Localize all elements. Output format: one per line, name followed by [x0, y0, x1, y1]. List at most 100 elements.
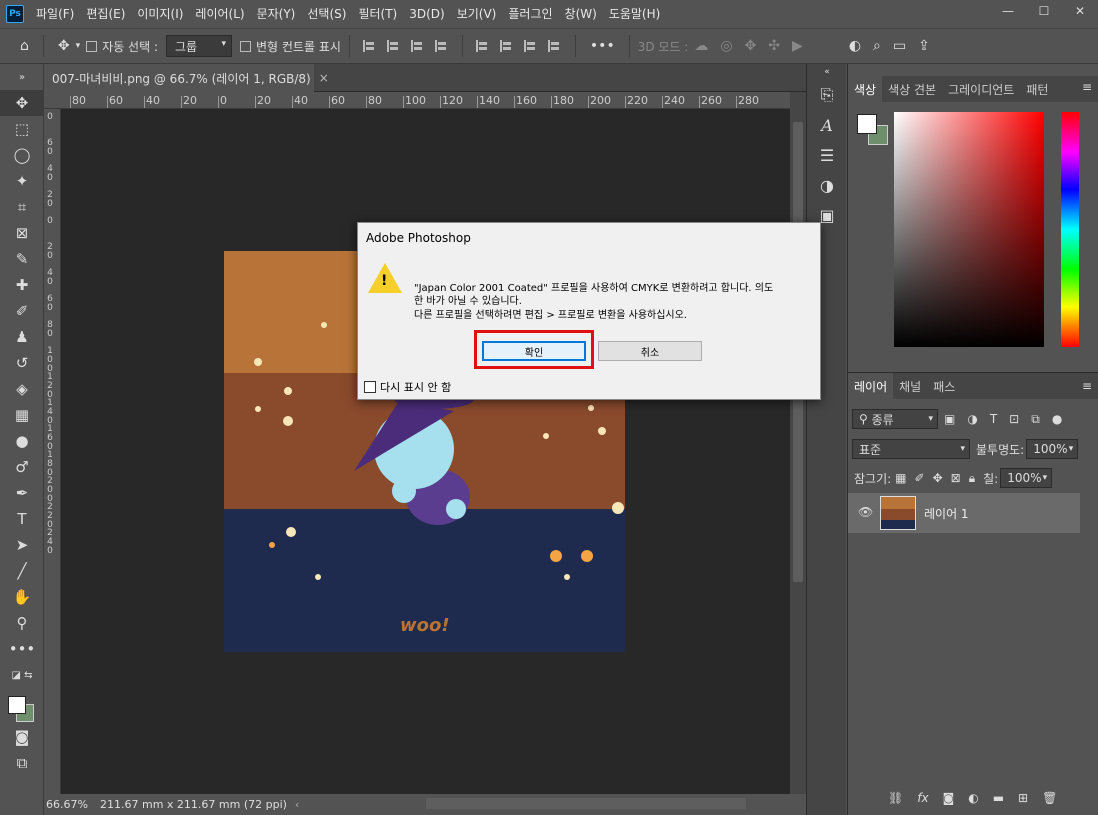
minimize-button[interactable]: — [990, 0, 1026, 22]
vertical-scrollbar[interactable] [790, 92, 806, 794]
delete-layer-icon[interactable]: 🗑︎ [1042, 791, 1057, 805]
chevron-left-icon[interactable]: ‹ [295, 798, 299, 811]
menu-select[interactable]: 선택(S) [301, 0, 352, 28]
fx-icon[interactable]: fx [917, 791, 928, 805]
opacity-input[interactable]: 100% ▾ [1026, 439, 1079, 459]
3d-camera-icon[interactable]: ▶ [792, 38, 803, 54]
zoom-level[interactable]: 66.67% [46, 798, 96, 811]
move-tool-icon[interactable]: ✥ [0, 90, 44, 116]
new-layer-icon[interactable]: ⊞ [1018, 791, 1028, 805]
3d-orbit-icon[interactable]: ☁ [694, 38, 708, 54]
lock-artboard-icon[interactable]: ⊠ [951, 471, 961, 485]
chevron-down-icon[interactable]: ▾ [76, 41, 81, 51]
dodge-tool-icon[interactable]: ♂ [0, 454, 44, 480]
new-group-icon[interactable]: ▬ [993, 791, 1004, 805]
align-left-icon[interactable] [362, 40, 377, 52]
align-middle-icon[interactable] [499, 40, 514, 52]
lock-pixels-icon[interactable]: ✐ [915, 471, 925, 485]
foreground-color-swatch[interactable] [8, 696, 26, 714]
workspace-icon[interactable]: ▭ [893, 38, 906, 54]
menu-image[interactable]: 이미지(I) [131, 0, 189, 28]
history-brush-icon[interactable]: ↺ [0, 350, 44, 376]
marquee-tool-icon[interactable]: ⬚ [0, 116, 44, 142]
tab-paths[interactable]: 패스 [927, 373, 961, 399]
3d-slide-icon[interactable]: ✣ [768, 38, 780, 54]
line-tool-icon[interactable]: ╱ [0, 558, 44, 584]
adjustments-icon[interactable]: ☰ [807, 140, 847, 170]
menu-file[interactable]: 파일(F) [30, 0, 80, 28]
layer-thumbnail[interactable] [880, 496, 916, 530]
align-center-icon[interactable] [386, 40, 401, 52]
clone-stamp-icon[interactable]: ♟ [0, 324, 44, 350]
character-icon[interactable]: A [807, 110, 847, 140]
menu-type[interactable]: 문자(Y) [251, 0, 302, 28]
filter-toggle-icon[interactable]: ● [1052, 412, 1062, 426]
share-icon[interactable]: ⇪ [918, 38, 930, 54]
link-layers-icon[interactable]: ⛓ [888, 791, 903, 805]
auto-select-dropdown[interactable]: 그룹 ▾ [166, 35, 232, 57]
layer-row[interactable]: 👁︎ 레이어 1 [848, 493, 1080, 533]
lasso-tool-icon[interactable]: ◯ [0, 142, 44, 168]
3d-roll-icon[interactable]: ◎ [720, 38, 732, 54]
align-bottom-icon[interactable] [523, 40, 538, 52]
quick-mask-icon[interactable]: ◙ [0, 724, 44, 750]
lock-all-icon[interactable]: 🔒︎ [969, 471, 975, 486]
menu-window[interactable]: 창(W) [559, 0, 603, 28]
tab-color[interactable]: 색상 [848, 76, 883, 102]
history-icon[interactable]: ⎘ [807, 80, 847, 110]
menu-3d[interactable]: 3D(D) [403, 0, 450, 28]
type-tool-icon[interactable]: T [0, 506, 44, 532]
tab-gradients[interactable]: 그레이디언트 [942, 76, 1020, 102]
eraser-icon[interactable]: ◈ [0, 376, 44, 402]
menu-edit[interactable]: 편집(E) [80, 0, 131, 28]
layer-filter-dropdown[interactable]: ⚲ 종류 ▾ [852, 409, 938, 429]
close-window-button[interactable]: ✕ [1062, 0, 1098, 22]
collapse-icon[interactable]: » [0, 64, 44, 90]
hand-tool-icon[interactable]: ✋ [0, 584, 44, 610]
path-select-icon[interactable]: ➤ [0, 532, 44, 558]
eyedropper-icon[interactable]: ✎ [0, 246, 44, 272]
contrast-icon[interactable]: ◑ [807, 170, 847, 200]
tab-layers[interactable]: 레이어 [848, 373, 894, 399]
menu-filter[interactable]: 필터(T) [352, 0, 403, 28]
blend-mode-dropdown[interactable]: 표준 ▾ [852, 439, 970, 459]
close-tab-icon[interactable]: × [319, 71, 329, 85]
dont-show-again-checkbox[interactable]: 다시 표시 안 함 [364, 379, 451, 395]
move-tool-icon[interactable]: ✥ [58, 38, 70, 54]
zoom-tool-icon[interactable]: ⚲ [0, 610, 44, 636]
crop-tool-icon[interactable]: ⌗ [0, 194, 44, 220]
color-picker-field[interactable] [894, 112, 1044, 347]
tab-swatches[interactable]: 색상 견본 [882, 76, 942, 102]
magic-wand-icon[interactable]: ✦ [0, 168, 44, 194]
show-transform-checkbox[interactable]: 변형 컨트롤 표시 [240, 38, 341, 55]
document-tab[interactable]: 007-마녀비비.png @ 66.7% (레이어 1, RGB/8) × [44, 64, 329, 92]
tab-channels[interactable]: 채널 [893, 373, 927, 399]
distribute-icon[interactable] [434, 40, 449, 52]
color-swatches[interactable] [0, 688, 44, 724]
adjustment-layer-icon[interactable]: ◐ [968, 791, 978, 805]
foreground-color-swatch[interactable] [857, 114, 877, 134]
pen-tool-icon[interactable]: ✒ [0, 480, 44, 506]
fill-input[interactable]: 100% ▾ [1000, 468, 1053, 488]
cancel-button[interactable]: 취소 [598, 341, 702, 361]
frame-tool-icon[interactable]: ⊠ [0, 220, 44, 246]
healing-brush-icon[interactable]: ✚ [0, 272, 44, 298]
blur-tool-icon[interactable]: ● [0, 428, 44, 454]
swap-colors-icon[interactable]: ◪ ⇆ [0, 662, 44, 688]
align-right-icon[interactable] [410, 40, 425, 52]
adjustment-filter-icon[interactable]: ◑ [967, 412, 977, 426]
panel-menu-icon[interactable]: ≡ [1082, 379, 1092, 393]
tab-patterns[interactable]: 패턴 [1020, 76, 1054, 102]
pixel-filter-icon[interactable]: ▣ [944, 412, 955, 426]
gradient-tool-icon[interactable]: ▦ [0, 402, 44, 428]
menu-view[interactable]: 보기(V) [451, 0, 503, 28]
screen-mode-icon[interactable]: ⧉ [0, 750, 44, 776]
add-mask-icon[interactable]: ◙ [943, 791, 955, 805]
shape-filter-icon[interactable]: ⊡ [1009, 412, 1019, 426]
lock-position-icon[interactable]: ✥ [933, 471, 943, 485]
learn-icon[interactable]: ◐ [849, 38, 861, 54]
type-filter-icon[interactable]: T [990, 412, 997, 426]
distribute-vertical-icon[interactable] [547, 40, 562, 52]
search-icon[interactable]: ⌕ [873, 38, 881, 54]
menu-layer[interactable]: 레이어(L) [189, 0, 250, 28]
